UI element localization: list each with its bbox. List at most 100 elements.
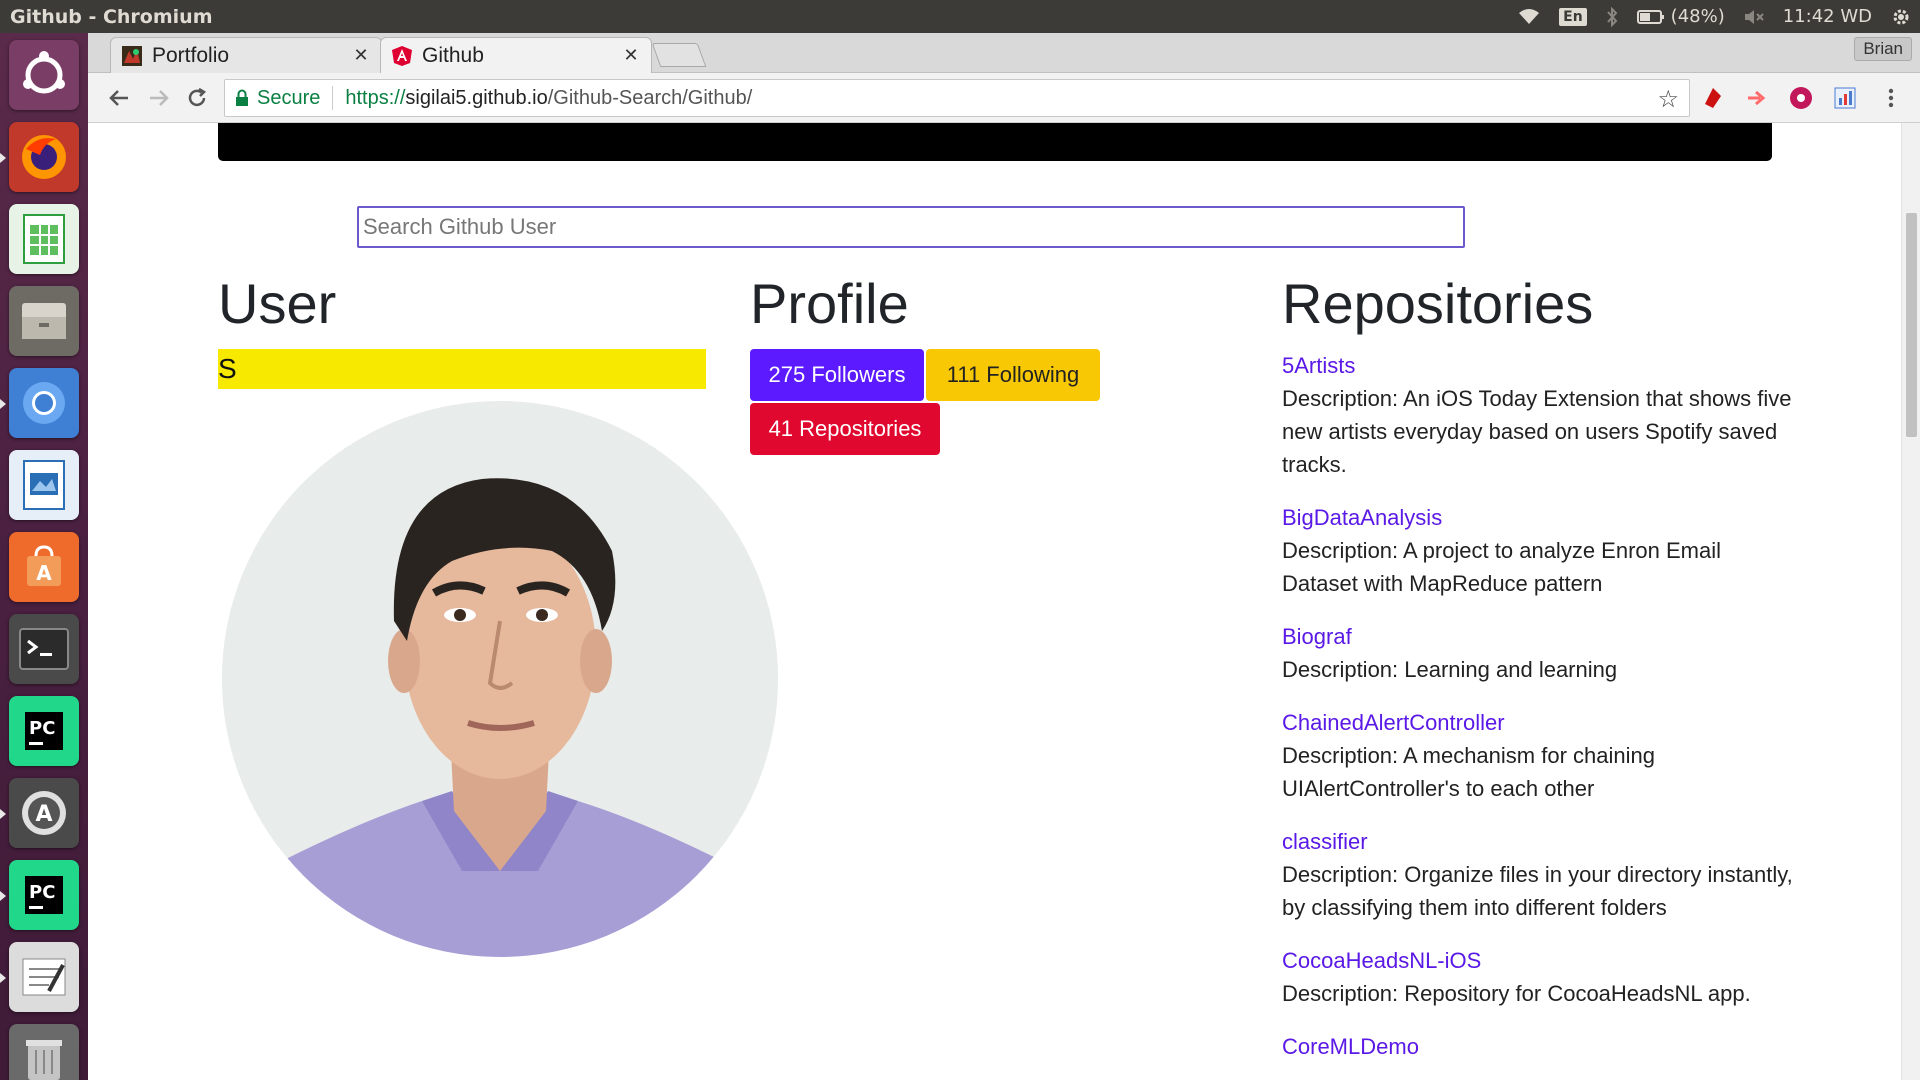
terminal-icon[interactable]	[9, 614, 79, 684]
bookmark-star-icon[interactable]: ☆	[1657, 85, 1679, 114]
svg-text:A: A	[36, 561, 52, 585]
record-extension-icon[interactable]	[1788, 85, 1814, 111]
chromium-icon[interactable]	[9, 368, 79, 438]
tab-title: Portfolio	[152, 43, 230, 67]
repo-link[interactable]: classifier	[1282, 825, 1802, 858]
url-path: /Github-Search/Github/	[547, 86, 753, 109]
lock-icon	[236, 89, 248, 106]
repo-description: Description: Organize files in your dire…	[1282, 862, 1793, 920]
bluetooth-icon[interactable]	[1605, 6, 1619, 27]
running-indicator	[0, 973, 6, 983]
analytics-extension-icon[interactable]	[1832, 85, 1858, 111]
repo-description: Description: Learning and learning	[1282, 657, 1618, 682]
os-top-panel: Github - Chromium En (48%) 11:42 WD	[0, 0, 1920, 33]
battery-icon	[1636, 9, 1664, 24]
system-tray: En (48%) 11:42 WD	[1517, 0, 1912, 33]
list-item: BigDataAnalysis Description: A project t…	[1282, 501, 1802, 600]
followers-badge[interactable]: 275 Followers	[750, 349, 924, 401]
url-text[interactable]: https://sigilai5.github.io/Github-Search…	[333, 87, 752, 110]
repositories-heading: Repositories	[1282, 272, 1594, 335]
tab-github[interactable]: Github ✕	[380, 37, 652, 73]
reload-button[interactable]	[180, 81, 214, 115]
tab-close-icon[interactable]: ✕	[621, 45, 641, 66]
running-indicator	[0, 153, 6, 163]
unity-launcher: A PC A PC	[0, 33, 88, 1080]
forward-button[interactable]	[142, 81, 176, 115]
list-item: ChainedAlertController Description: A me…	[1282, 706, 1802, 805]
new-tab-button[interactable]	[651, 43, 707, 67]
portfolio-favicon-icon	[121, 45, 143, 67]
repo-description: Description: Repository for CocoaHeadsNL…	[1282, 981, 1751, 1006]
address-bar[interactable]: Secure https://sigilai5.github.io/Github…	[224, 79, 1690, 117]
avatar	[222, 401, 778, 957]
user-heading: User	[218, 272, 337, 335]
pycharm-edu-icon[interactable]: PC	[9, 860, 79, 930]
page-content: User Profile Repositories S	[88, 123, 1901, 1080]
battery-indicator[interactable]: (48%)	[1636, 6, 1725, 27]
security-indicator[interactable]: Secure	[225, 86, 334, 110]
list-item: 5Artists Description: An iOS Today Exten…	[1282, 349, 1802, 481]
files-icon[interactable]	[9, 286, 79, 356]
profile-button[interactable]: Brian	[1854, 37, 1912, 61]
page-scrollbar[interactable]	[1901, 123, 1920, 1080]
wifi-icon[interactable]	[1517, 8, 1541, 26]
repo-link[interactable]: Biograf	[1282, 620, 1802, 653]
back-button[interactable]	[102, 81, 136, 115]
browser-menu-icon[interactable]	[1878, 85, 1904, 111]
user-name: S	[218, 349, 706, 389]
url-scheme: https://	[345, 86, 406, 109]
software-updater-icon[interactable]: A	[9, 778, 79, 848]
ubuntu-dash-icon[interactable]	[9, 40, 79, 110]
repo-link[interactable]: ChainedAlertController	[1282, 706, 1802, 739]
svg-text:PC: PC	[29, 882, 55, 903]
svg-text:A: A	[35, 802, 52, 827]
scrollbar-thumb[interactable]	[1906, 213, 1917, 437]
repo-link[interactable]: CoreMLDemo	[1282, 1030, 1802, 1063]
repo-description: Description: An iOS Today Extension that…	[1282, 386, 1792, 477]
following-badge[interactable]: 111 Following	[926, 349, 1100, 401]
firefox-icon[interactable]	[9, 122, 79, 192]
text-editor-icon[interactable]	[9, 942, 79, 1012]
repo-description: Description: A project to analyze Enron …	[1282, 538, 1722, 596]
list-item: Biograf Description: Learning and learni…	[1282, 620, 1802, 686]
repo-description: Description: A mechanism for chaining UI…	[1282, 743, 1655, 801]
cast-extension-icon[interactable]	[1744, 85, 1770, 111]
arrow-right-icon	[150, 90, 169, 106]
keyboard-layout-indicator[interactable]: En	[1559, 7, 1587, 26]
running-indicator	[0, 399, 6, 409]
tab-strip: Portfolio ✕ Github ✕ Brian	[88, 33, 1920, 73]
tab-close-icon[interactable]: ✕	[351, 45, 371, 66]
tab-title: Github	[422, 43, 484, 67]
lastpass-extension-icon[interactable]	[1700, 85, 1726, 111]
url-host: sigilai5.github.io	[405, 86, 548, 109]
list-item: classifier Description: Organize files i…	[1282, 825, 1802, 924]
trash-icon[interactable]	[9, 1024, 79, 1080]
repo-link[interactable]: BigDataAnalysis	[1282, 501, 1802, 534]
battery-percentage: (48%)	[1670, 6, 1725, 27]
list-item: CoreMLDemo	[1282, 1030, 1802, 1063]
libreoffice-calc-icon[interactable]	[9, 204, 79, 274]
secure-label: Secure	[257, 86, 321, 109]
libreoffice-impress-icon[interactable]	[9, 450, 79, 520]
profile-heading: Profile	[750, 272, 909, 335]
repo-link[interactable]: CocoaHeadsNL-iOS	[1282, 944, 1802, 977]
angular-favicon-icon	[391, 45, 413, 67]
search-input[interactable]	[357, 206, 1465, 248]
tab-portfolio[interactable]: Portfolio ✕	[110, 37, 382, 73]
list-item: CocoaHeadsNL-iOS Description: Repository…	[1282, 944, 1802, 1010]
arrow-left-icon	[109, 90, 128, 106]
repo-link[interactable]: 5Artists	[1282, 349, 1802, 382]
volume-muted-icon[interactable]	[1743, 8, 1765, 26]
reload-icon	[188, 87, 207, 107]
settings-gear-icon[interactable]	[1890, 6, 1912, 28]
software-center-icon[interactable]: A	[9, 532, 79, 602]
clock[interactable]: 11:42 WD	[1783, 6, 1872, 27]
repositories-badge[interactable]: 41 Repositories	[750, 403, 940, 455]
window-title: Github - Chromium	[10, 5, 213, 28]
pycharm-icon[interactable]: PC	[9, 696, 79, 766]
repository-list: 5Artists Description: An iOS Today Exten…	[1282, 349, 1802, 1080]
running-indicator	[0, 891, 6, 901]
browser-toolbar: Secure https://sigilai5.github.io/Github…	[88, 73, 1920, 123]
site-navbar	[218, 123, 1772, 161]
running-indicator	[0, 809, 6, 819]
